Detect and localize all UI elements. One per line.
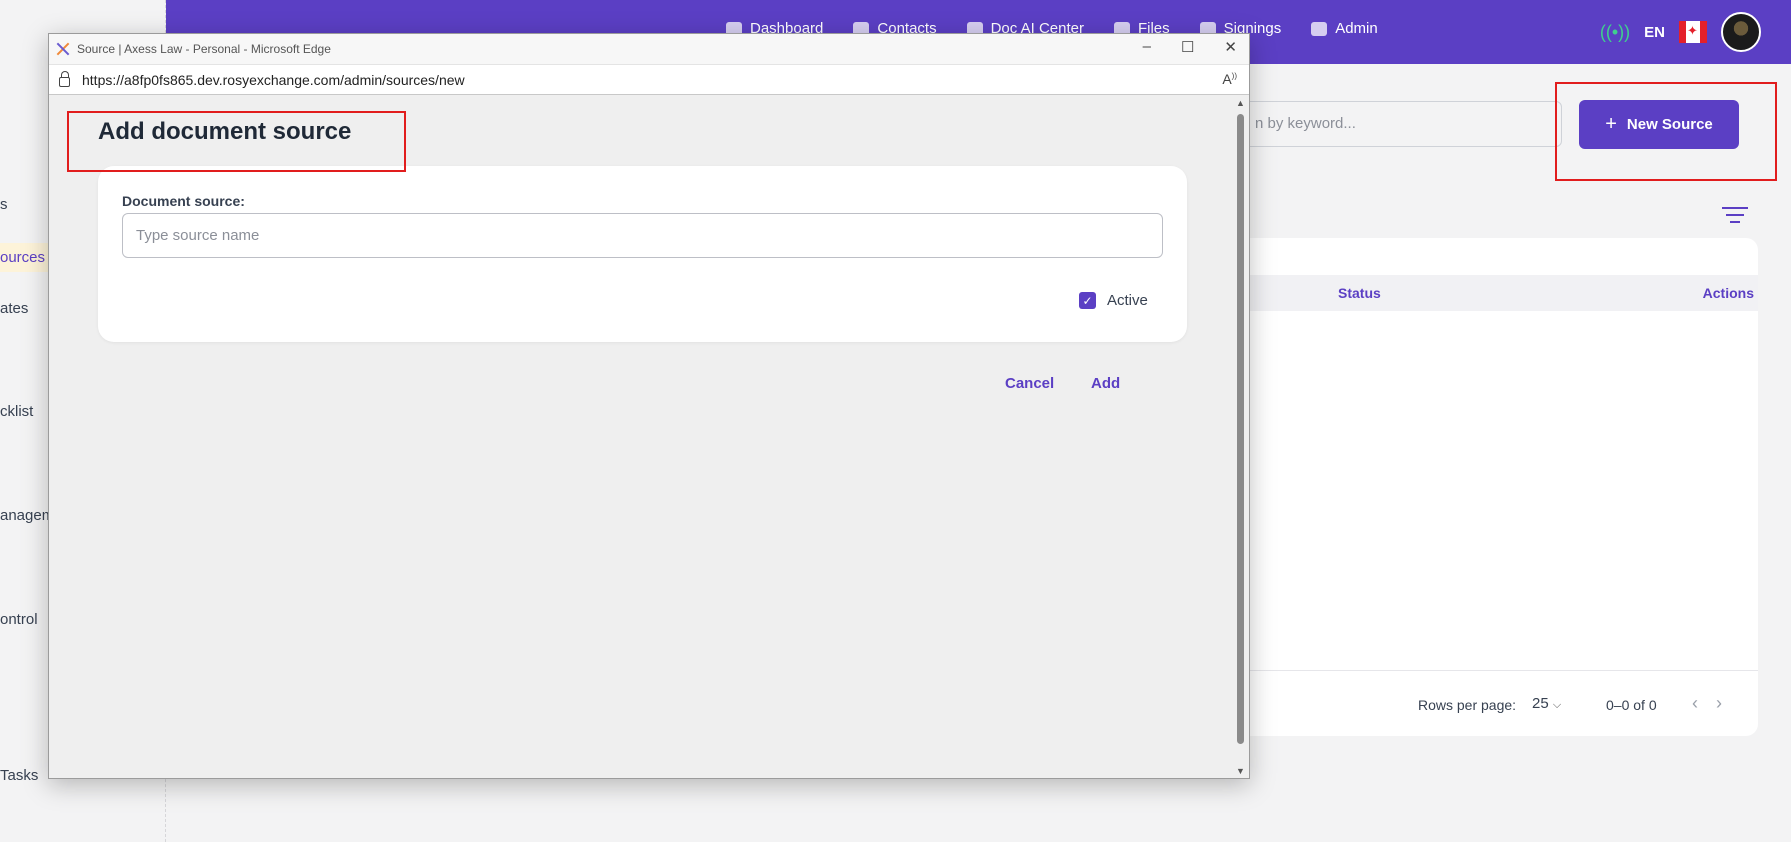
document-source-input[interactable] [122,213,1163,258]
scroll-up-icon[interactable]: ▲ [1236,98,1245,108]
window-controls: – ☐ ✕ [1143,38,1237,56]
actions-column-header: Actions [1702,285,1754,301]
avatar[interactable] [1721,12,1761,52]
filter-icon[interactable] [1722,207,1748,225]
highlight-box-new-source [1555,82,1777,181]
close-icon[interactable]: ✕ [1224,38,1237,56]
rows-per-page-select[interactable]: 25 ⌵ [1532,695,1561,712]
window-titlebar[interactable]: Source | Axess Law - Personal - Microsof… [49,34,1249,64]
app-logo-icon [55,41,71,57]
sidebar-item[interactable]: s [0,196,8,213]
url-text[interactable]: https://a8fp0fs865.dev.rosyexchange.com/… [82,72,465,88]
pagination-range: 0–0 of 0 [1606,697,1657,713]
lock-icon[interactable] [59,70,70,87]
active-checkbox[interactable]: ✓ [1079,292,1096,309]
sources-table: Status Actions Rows per page: 25 ⌵ 0–0 o… [1240,238,1758,736]
minimize-icon[interactable]: – [1143,38,1151,56]
sidebar-item-management[interactable]: anagem [0,507,54,524]
signal-icon: ((•)) [1599,21,1631,42]
search-input[interactable]: n by keyword... [1240,101,1562,147]
active-toggle[interactable]: ✓ Active [1079,292,1148,309]
canada-flag-icon[interactable] [1679,21,1707,43]
maximize-icon[interactable]: ☐ [1181,38,1194,56]
scrollbar-thumb[interactable] [1237,114,1244,744]
highlight-box-title [67,111,406,172]
rows-per-page-label: Rows per page: [1418,697,1517,713]
add-button[interactable]: Add [1091,375,1120,392]
table-header: Status Actions [1240,275,1758,311]
chevron-down-icon: ⌵ [1552,699,1562,711]
source-form-card: Document source: ✓ Active [98,166,1187,342]
scroll-down-icon[interactable]: ▼ [1236,766,1245,776]
sidebar-item-checklist[interactable]: cklist [0,403,33,420]
active-label: Active [1107,292,1148,309]
chevron-right-icon[interactable]: › [1716,693,1740,713]
chevron-left-icon[interactable]: ‹ [1692,693,1716,713]
page-content: Add document source Document source: ✓ A… [49,96,1235,778]
read-aloud-icon[interactable]: A)) [1222,71,1237,87]
sidebar-item-tasks[interactable]: Tasks [0,767,38,784]
sidebar-item-sources[interactable]: ources [0,243,56,272]
language-selector[interactable]: EN [1644,24,1665,41]
admin-icon [1311,21,1328,36]
document-source-label: Document source: [122,193,245,209]
table-pagination: Rows per page: 25 ⌵ 0–0 of 0 ‹› [1240,670,1758,736]
nav-admin[interactable]: Admin [1311,20,1378,37]
window-title: Source | Axess Law - Personal - Microsof… [77,42,331,56]
cancel-button[interactable]: Cancel [1005,375,1054,392]
status-column-header[interactable]: Status [1338,285,1381,301]
sidebar-item-control[interactable]: ontrol [0,611,38,628]
header-right: ((•)) EN [1600,12,1761,52]
address-bar[interactable]: https://a8fp0fs865.dev.rosyexchange.com/… [49,64,1249,95]
sidebar-item-templates[interactable]: ates [0,300,28,317]
pagination-arrows: ‹› [1692,693,1740,714]
scrollbar[interactable]: ▲ ▼ [1233,96,1249,778]
